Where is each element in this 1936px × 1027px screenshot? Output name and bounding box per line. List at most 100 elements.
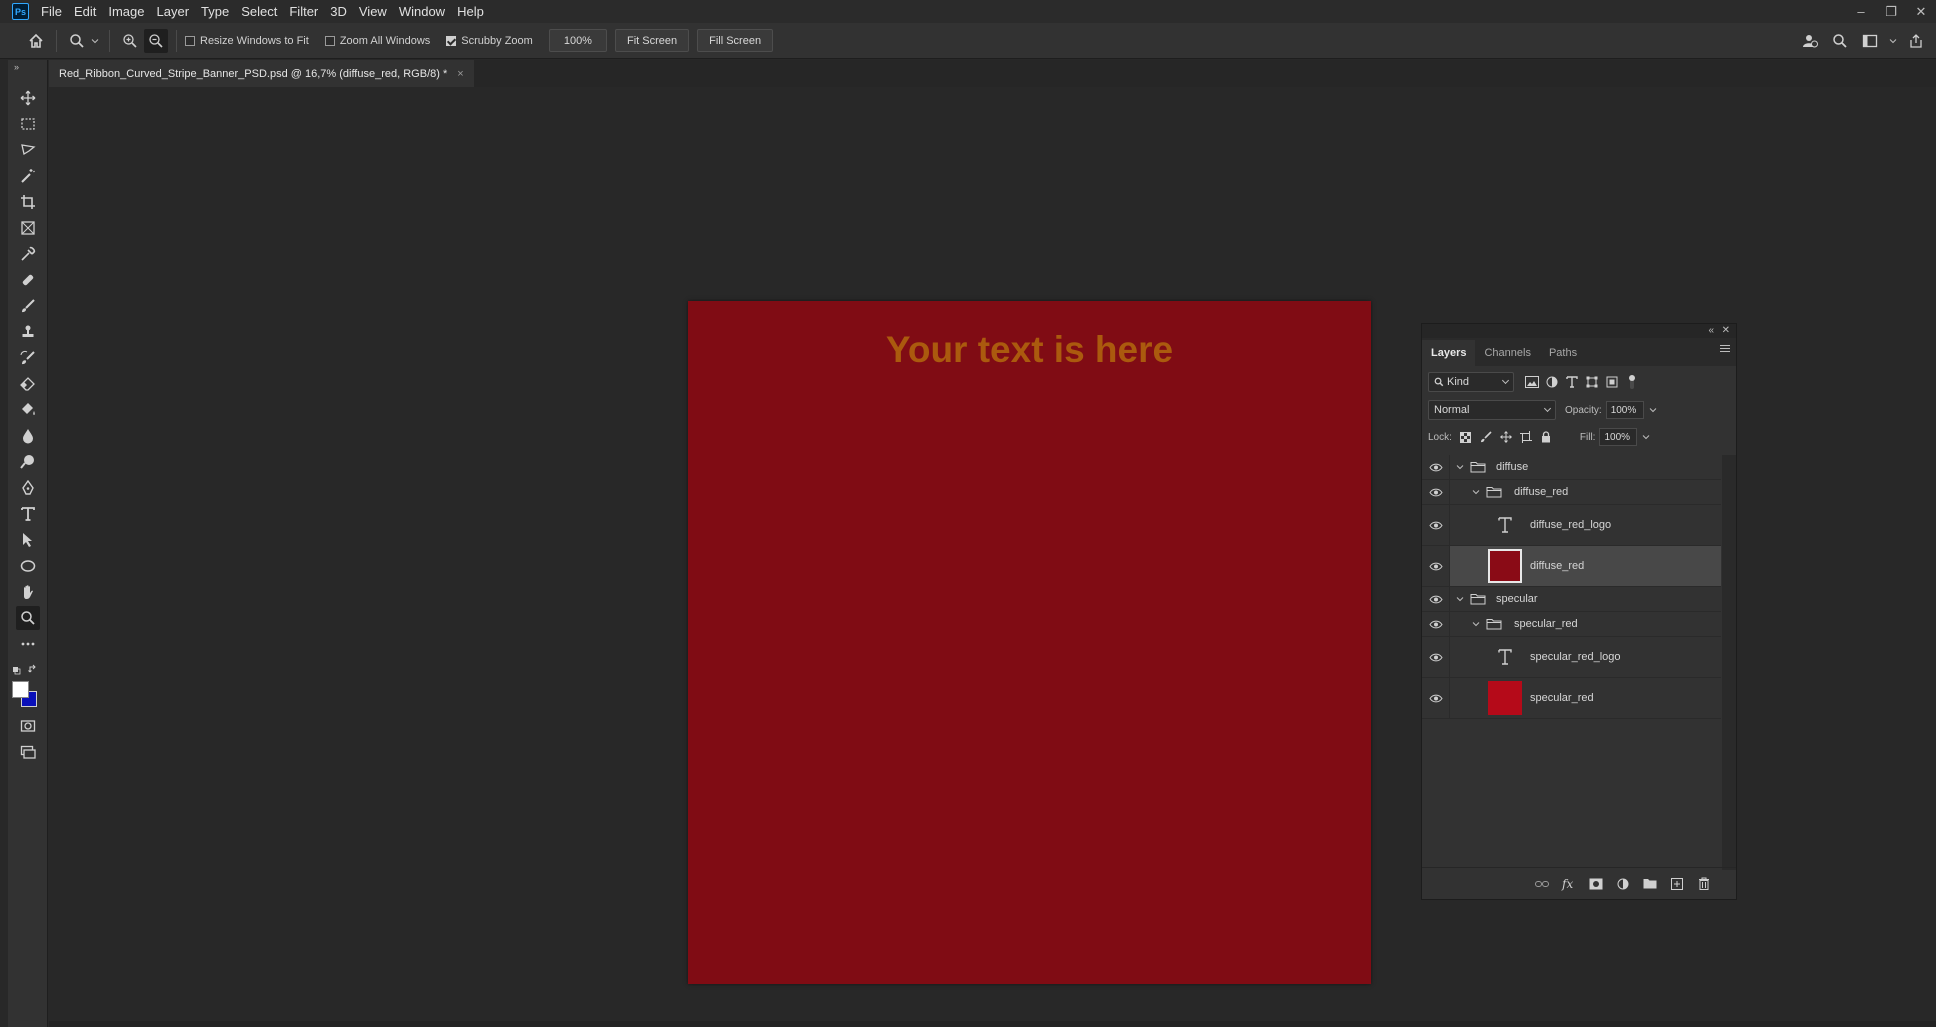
- marquee-tool-icon[interactable]: [16, 112, 40, 136]
- chevron-down-icon[interactable]: [1472, 488, 1480, 496]
- foreground-color-swatch[interactable]: [12, 681, 29, 698]
- type-tool-icon[interactable]: [16, 502, 40, 526]
- screen-mode-icon[interactable]: [16, 740, 40, 764]
- visibility-eye-icon[interactable]: [1422, 612, 1450, 636]
- menu-image[interactable]: Image: [102, 0, 150, 23]
- layer-group-specular[interactable]: specular: [1422, 587, 1721, 612]
- lock-transparent-icon[interactable]: [1456, 428, 1476, 446]
- magic-wand-tool-icon[interactable]: [16, 164, 40, 188]
- workspace-icon[interactable]: [1858, 29, 1882, 53]
- chevron-down-icon[interactable]: [89, 29, 101, 53]
- visibility-eye-icon[interactable]: [1422, 455, 1450, 479]
- canvas-text[interactable]: Your text is here: [688, 329, 1371, 371]
- layer-group-specular-red[interactable]: specular_red: [1422, 612, 1721, 637]
- menu-help[interactable]: Help: [451, 0, 490, 23]
- clone-stamp-tool-icon[interactable]: [16, 320, 40, 344]
- more-tools-icon[interactable]: [16, 632, 40, 656]
- add-mask-icon[interactable]: [1587, 875, 1604, 892]
- eyedropper-tool-icon[interactable]: [16, 242, 40, 266]
- visibility-eye-icon[interactable]: [1422, 587, 1450, 611]
- fill-input[interactable]: 100%: [1599, 428, 1638, 446]
- layer-text-diffuse-red-logo[interactable]: diffuse_red_logo: [1422, 505, 1721, 546]
- opacity-input[interactable]: 100%: [1605, 401, 1644, 419]
- layer-group-diffuse-red[interactable]: diffuse_red: [1422, 480, 1721, 505]
- layer-style-fx-icon[interactable]: fx: [1560, 875, 1577, 892]
- checkbox-box-checked[interactable]: [446, 35, 457, 46]
- default-colors-icon[interactable]: [12, 664, 21, 675]
- path-selection-tool-icon[interactable]: [16, 528, 40, 552]
- pixel-filter-icon[interactable]: [1522, 372, 1542, 392]
- user-help-icon[interactable]: [1798, 29, 1822, 53]
- lock-artboard-icon[interactable]: [1516, 428, 1536, 446]
- shape-filter-icon[interactable]: [1582, 372, 1602, 392]
- eraser-tool-icon[interactable]: [16, 372, 40, 396]
- resize-windows-checkbox[interactable]: Resize Windows to Fit: [185, 35, 309, 47]
- document-tab[interactable]: Red_Ribbon_Curved_Stripe_Banner_PSD.psd …: [49, 60, 474, 87]
- restore-button[interactable]: ❐: [1876, 0, 1906, 23]
- menu-view[interactable]: View: [353, 0, 393, 23]
- chevron-down-icon[interactable]: [1641, 432, 1651, 442]
- new-group-icon[interactable]: [1641, 875, 1658, 892]
- layer-text-specular-red-logo[interactable]: specular_red_logo: [1422, 637, 1721, 678]
- frame-tool-icon[interactable]: [16, 216, 40, 240]
- tab-channels[interactable]: Channels: [1475, 340, 1539, 366]
- hand-tool-icon[interactable]: [16, 580, 40, 604]
- layers-scrollbar[interactable]: [1722, 455, 1736, 870]
- chevron-down-icon[interactable]: [1456, 463, 1464, 471]
- search-icon[interactable]: [1828, 29, 1852, 53]
- visibility-eye-icon[interactable]: [1422, 480, 1450, 504]
- visibility-eye-icon[interactable]: [1422, 505, 1450, 545]
- menu-filter[interactable]: Filter: [283, 0, 324, 23]
- zoom-tool-preset-icon[interactable]: [65, 29, 89, 53]
- menu-edit[interactable]: Edit: [68, 0, 102, 23]
- zoom-100-button[interactable]: 100%: [548, 29, 607, 52]
- home-icon[interactable]: [24, 29, 48, 53]
- crop-tool-icon[interactable]: [16, 190, 40, 214]
- menu-type[interactable]: Type: [195, 0, 235, 23]
- menu-select[interactable]: Select: [235, 0, 283, 23]
- zoom-out-icon[interactable]: [144, 28, 168, 53]
- zoom-in-icon[interactable]: [118, 29, 142, 53]
- filter-kind-select[interactable]: Kind: [1428, 372, 1514, 392]
- chevron-down-icon[interactable]: [1648, 405, 1658, 415]
- smart-object-filter-icon[interactable]: [1602, 372, 1622, 392]
- swap-colors-icon[interactable]: [28, 663, 38, 673]
- lock-position-icon[interactable]: [1496, 428, 1516, 446]
- checkbox-box[interactable]: [324, 35, 335, 46]
- adjustment-filter-icon[interactable]: [1542, 372, 1562, 392]
- menu-3d[interactable]: 3D: [324, 0, 353, 23]
- expand-toolbar-icon[interactable]: »: [14, 62, 19, 72]
- minimize-button[interactable]: –: [1846, 0, 1876, 23]
- panel-menu-icon[interactable]: [1720, 345, 1730, 354]
- layer-group-diffuse[interactable]: diffuse: [1422, 455, 1721, 480]
- layer-fill-diffuse-red[interactable]: diffuse_red: [1422, 546, 1721, 587]
- history-brush-tool-icon[interactable]: [16, 346, 40, 370]
- paint-bucket-tool-icon[interactable]: [16, 398, 40, 422]
- zoom-tool-icon[interactable]: [16, 606, 40, 630]
- menu-file[interactable]: File: [35, 0, 68, 23]
- adjustment-layer-icon[interactable]: [1614, 875, 1631, 892]
- move-tool-icon[interactable]: [16, 86, 40, 110]
- blur-tool-icon[interactable]: [16, 424, 40, 448]
- healing-brush-tool-icon[interactable]: [16, 268, 40, 292]
- visibility-eye-icon[interactable]: [1422, 637, 1450, 677]
- menu-layer[interactable]: Layer: [151, 0, 196, 23]
- dodge-tool-icon[interactable]: [16, 450, 40, 474]
- brush-tool-icon[interactable]: [16, 294, 40, 318]
- close-button[interactable]: ✕: [1906, 0, 1936, 23]
- lock-image-icon[interactable]: [1476, 428, 1496, 446]
- fill-screen-button[interactable]: Fill Screen: [697, 29, 774, 52]
- layer-fill-specular-red[interactable]: specular_red: [1422, 678, 1721, 719]
- quick-mask-icon[interactable]: [16, 714, 40, 738]
- menu-window[interactable]: Window: [393, 0, 451, 23]
- checkbox-box[interactable]: [185, 35, 195, 46]
- filter-toggle-icon[interactable]: [1622, 372, 1642, 392]
- tab-layers[interactable]: Layers: [1422, 340, 1476, 366]
- photoshop-logo[interactable]: Ps: [12, 3, 29, 20]
- tab-paths[interactable]: Paths: [1540, 340, 1586, 366]
- visibility-eye-icon[interactable]: [1422, 546, 1450, 586]
- chevron-down-icon[interactable]: [1888, 29, 1898, 53]
- chevron-down-icon[interactable]: [1472, 620, 1480, 628]
- new-layer-icon[interactable]: [1668, 875, 1685, 892]
- delete-layer-icon[interactable]: [1695, 875, 1712, 892]
